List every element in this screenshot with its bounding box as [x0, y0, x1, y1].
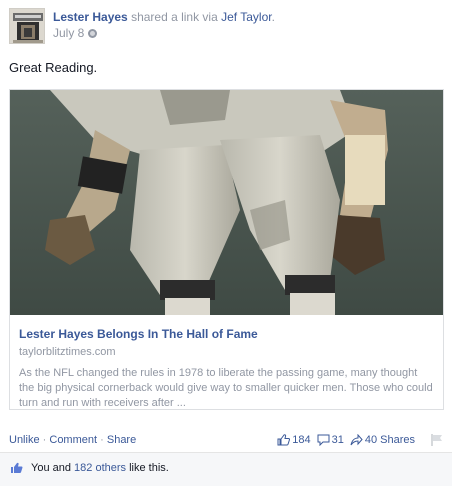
date-line: July 8 — [53, 25, 275, 41]
post-card: Lester Hayes shared a link via Jef Taylo… — [0, 0, 452, 486]
flag-icon[interactable] — [431, 434, 443, 446]
action-text: shared a link via — [131, 10, 218, 24]
comment-icon — [317, 434, 330, 446]
post-message: Great Reading. — [9, 60, 98, 75]
shares-count[interactable]: 40 Shares — [350, 433, 415, 447]
likes-suffix: like this. — [129, 462, 169, 474]
likes-others-link[interactable]: 182 others — [74, 462, 126, 474]
post-date[interactable]: July 8 — [53, 25, 84, 41]
author-line: Lester Hayes shared a link via Jef Taylo… — [53, 10, 275, 25]
link-text: Lester Hayes Belongs In The Hall of Fame… — [19, 327, 434, 411]
globe-icon — [88, 28, 98, 38]
likes-prefix: You and — [31, 462, 71, 474]
unlike-button[interactable]: Unlike — [9, 434, 40, 446]
separator: · — [100, 434, 104, 446]
likes-count[interactable]: 184 — [277, 433, 311, 447]
link-title[interactable]: Lester Hayes Belongs In The Hall of Fame — [19, 327, 434, 342]
actions-bar: Unlike · Comment · Share 184 31 40 Share… — [9, 433, 443, 449]
shares-count-value: 40 Shares — [364, 434, 415, 446]
post-stats: 184 31 40 Shares — [273, 433, 443, 447]
link-preview[interactable]: Lester Hayes Belongs In The Hall of Fame… — [9, 89, 444, 410]
via-name[interactable]: Jef Taylor — [221, 10, 271, 24]
post-actions: Unlike · Comment · Share — [9, 433, 136, 447]
post-header: Lester Hayes shared a link via Jef Taylo… — [9, 8, 275, 44]
thumbs-up-icon — [277, 434, 291, 446]
link-image[interactable] — [10, 90, 443, 315]
share-icon — [350, 434, 363, 446]
via-suffix: . — [271, 10, 275, 24]
avatar[interactable] — [9, 8, 45, 44]
separator: · — [42, 434, 47, 446]
link-domain: taylorblitztimes.com — [19, 346, 116, 358]
link-description: As the NFL changed the rules in 1978 to … — [19, 367, 433, 409]
comment-button[interactable]: Comment — [49, 434, 97, 446]
comments-count-value: 31 — [331, 434, 344, 446]
likes-count-value: 184 — [292, 434, 311, 446]
post-meta: Lester Hayes shared a link via Jef Taylo… — [53, 8, 275, 44]
thumbs-up-icon — [11, 462, 23, 473]
author-name[interactable]: Lester Hayes — [53, 10, 128, 24]
share-button[interactable]: Share — [107, 434, 136, 446]
likes-line: You and 182 others like this. — [10, 462, 169, 474]
likes-summary: You and 182 others like this. — [0, 452, 452, 486]
comments-count[interactable]: 31 — [317, 433, 344, 447]
